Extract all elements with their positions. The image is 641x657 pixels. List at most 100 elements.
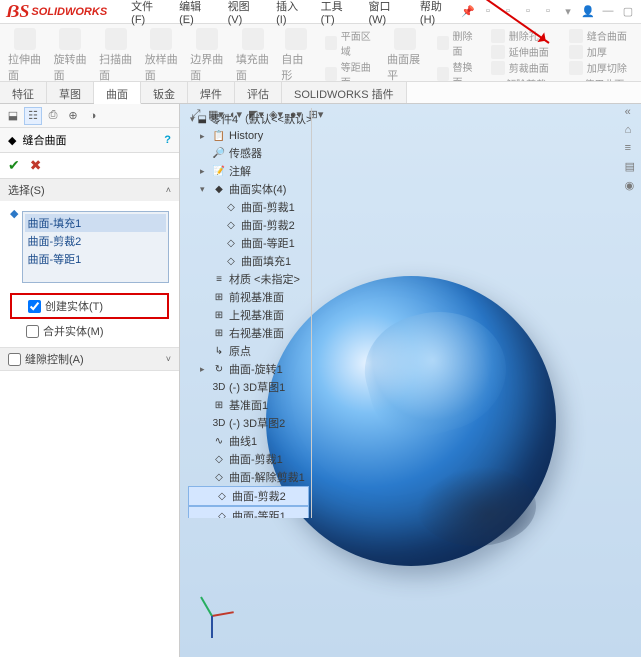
- ribbon-button[interactable]: 填充曲面: [236, 28, 270, 82]
- selection-item[interactable]: 曲面-填充1: [25, 214, 166, 232]
- max-window[interactable]: ▢: [621, 5, 635, 18]
- feature-item[interactable]: ◇曲面-解除剪裁1: [186, 468, 311, 486]
- command-tab[interactable]: 特征: [0, 82, 47, 103]
- command-tabs: 特征草图曲面钣金焊件评估SOLIDWORKS 插件: [0, 82, 641, 104]
- print-icon[interactable]: ▫: [541, 5, 555, 18]
- ribbon-button[interactable]: 边界曲面: [190, 28, 224, 82]
- camera-icon[interactable]: ◉: [625, 179, 635, 192]
- feature-item[interactable]: ◇曲面-剪裁2: [186, 216, 311, 234]
- ribbon-flatten[interactable]: 曲面展平: [387, 28, 423, 82]
- feature-item[interactable]: ▾◆曲面实体(4): [186, 180, 311, 198]
- select-surface-icon: ◆: [10, 207, 18, 220]
- pm-tab-dim-icon[interactable]: ⊕: [64, 107, 82, 125]
- command-tab[interactable]: 评估: [235, 82, 282, 103]
- feature-root[interactable]: ▾⬓零件4（默认<<默认>_显...: [186, 110, 311, 128]
- menu-item[interactable]: 帮助(H): [414, 0, 461, 28]
- feature-item[interactable]: ≡材质 <未指定>: [186, 270, 311, 288]
- section-gap: 缝隙控制(A) ˅: [0, 348, 179, 371]
- menu-bar: 文件(F)编辑(E)视图(V)插入(I)工具(T)窗口(W)帮助(H): [125, 0, 461, 28]
- feature-item[interactable]: ▸📋History: [186, 128, 311, 144]
- feature-item[interactable]: ◇曲面-等距1: [186, 234, 311, 252]
- feature-tree-flyout: ▾⬓零件4（默认<<默认>_显... ▸📋History🔎传感器▸📝注解▾◆曲面…: [186, 108, 312, 518]
- home-icon[interactable]: ⌂: [625, 124, 635, 136]
- menu-item[interactable]: 视图(V): [222, 0, 269, 28]
- ribbon-button[interactable]: 扫描曲面: [99, 28, 133, 82]
- pm-help-icon[interactable]: ?: [164, 134, 171, 146]
- feature-item[interactable]: ⊞前视基准面: [186, 288, 311, 306]
- selection-item[interactable]: 曲面-剪裁2: [25, 232, 166, 250]
- pm-tab-appearance-icon[interactable]: ◑: [84, 107, 102, 125]
- feature-item[interactable]: ◇曲面-剪裁1: [186, 198, 311, 216]
- menu-item[interactable]: 文件(F): [125, 0, 171, 28]
- command-tab[interactable]: 焊件: [188, 82, 235, 103]
- menu-item[interactable]: 编辑(E): [173, 0, 220, 28]
- feature-item[interactable]: ◇曲面-剪裁2: [188, 486, 309, 506]
- chk-merge-input[interactable]: [26, 325, 39, 338]
- ribbon-button[interactable]: 旋转曲面: [54, 28, 88, 82]
- pm-ok-button[interactable]: ✔: [8, 157, 20, 174]
- feature-item[interactable]: 3D(-) 3D草图1: [186, 378, 311, 396]
- command-tab[interactable]: 钣金: [141, 82, 188, 103]
- chk-gap-input[interactable]: [8, 353, 21, 366]
- selection-item[interactable]: 曲面-等距1: [25, 250, 166, 268]
- ribbon-button[interactable]: 加厚: [569, 44, 633, 59]
- feature-item[interactable]: ⊞上视基准面: [186, 306, 311, 324]
- feature-item[interactable]: ◇曲面-等距1: [188, 506, 309, 518]
- feature-item[interactable]: ↳原点: [186, 342, 311, 360]
- chk-create-solid-input[interactable]: [28, 300, 41, 313]
- ribbon-button[interactable]: 剪裁曲面: [491, 60, 555, 75]
- menu-item[interactable]: 插入(I): [270, 0, 312, 28]
- user-icon[interactable]: 👤: [581, 5, 595, 18]
- knit-surface-icon: ◆: [8, 134, 16, 147]
- feature-item[interactable]: ◇曲面填充1: [186, 252, 311, 270]
- feature-item[interactable]: 🔎传感器: [186, 144, 311, 162]
- axis-z: [211, 616, 213, 638]
- feature-item[interactable]: ⊞基准面1: [186, 396, 311, 414]
- property-manager-panel: ⬓ ☷ ⎙ ⊕ ◑ ◆ 缝合曲面 ? ✔ ✖ 选择(S) ˄ ◆ 曲面-填充1曲…: [0, 104, 180, 657]
- ribbon-button[interactable]: 加厚切除: [569, 60, 633, 75]
- chevron-up-icon: ˄: [166, 185, 171, 195]
- chk-merge[interactable]: 合并实体(M): [10, 321, 169, 341]
- workspace: ⬓ ☷ ⎙ ⊕ ◑ ◆ 缝合曲面 ? ✔ ✖ 选择(S) ˄ ◆ 曲面-填充1曲…: [0, 104, 641, 657]
- new-icon[interactable]: ▫: [481, 5, 495, 18]
- pm-cancel-button[interactable]: ✖: [30, 157, 42, 174]
- options-icon[interactable]: ▾: [561, 5, 575, 18]
- ribbon-button[interactable]: 平面区域: [325, 28, 373, 58]
- menu-item[interactable]: 窗口(W): [363, 0, 412, 28]
- feature-item[interactable]: ⊞右视基准面: [186, 324, 311, 342]
- min-window[interactable]: —: [601, 5, 615, 18]
- command-tab[interactable]: 草图: [47, 82, 94, 103]
- pm-header: ◆ 缝合曲面 ?: [0, 128, 179, 153]
- menu-item[interactable]: 工具(T): [315, 0, 361, 28]
- feature-item[interactable]: ◇曲面-剪裁1: [186, 450, 311, 468]
- feature-item[interactable]: 3D(-) 3D草图2: [186, 414, 311, 432]
- selection-listbox[interactable]: 曲面-填充1曲面-剪裁2曲面-等距1: [22, 211, 169, 283]
- save-icon[interactable]: ▫: [521, 5, 535, 18]
- section-select-header[interactable]: 选择(S) ˄: [0, 179, 179, 201]
- ribbon-button[interactable]: 替换面: [437, 59, 476, 82]
- pm-title: 缝合曲面: [22, 132, 66, 148]
- command-tab[interactable]: 曲面: [94, 82, 141, 104]
- chk-create-solid[interactable]: 创建实体(T): [12, 296, 167, 316]
- view-triad[interactable]: [190, 589, 240, 639]
- pm-tab-property-icon[interactable]: ☷: [24, 107, 42, 125]
- ribbon-button[interactable]: 删除面: [437, 28, 476, 58]
- expand-panel-icon[interactable]: «: [625, 106, 635, 118]
- section-gap-header[interactable]: 缝隙控制(A) ˅: [0, 348, 179, 370]
- pin-icon[interactable]: 📌: [461, 5, 475, 18]
- feature-item[interactable]: ▸📝注解: [186, 162, 311, 180]
- chk-merge-label: 合并实体(M): [43, 323, 104, 339]
- ribbon-button[interactable]: 自由形: [281, 28, 311, 82]
- layers-icon[interactable]: ≡: [625, 142, 635, 154]
- ribbon-button[interactable]: 拉伸曲面: [8, 28, 42, 82]
- palette-icon[interactable]: ▤: [625, 160, 635, 173]
- chevron-down-icon: ˅: [166, 354, 171, 364]
- pm-tab-config-icon[interactable]: ⎙: [44, 107, 62, 125]
- ribbon-button[interactable]: 放样曲面: [145, 28, 179, 82]
- ribbon-button[interactable]: 缝合曲面: [569, 28, 633, 43]
- feature-item[interactable]: ▸↻曲面-旋转1: [186, 360, 311, 378]
- command-tab[interactable]: SOLIDWORKS 插件: [282, 82, 407, 103]
- feature-item[interactable]: ∿曲线1: [186, 432, 311, 450]
- pm-tab-feature-icon[interactable]: ⬓: [4, 107, 22, 125]
- ribbon-button[interactable]: 等距曲面: [325, 59, 373, 82]
